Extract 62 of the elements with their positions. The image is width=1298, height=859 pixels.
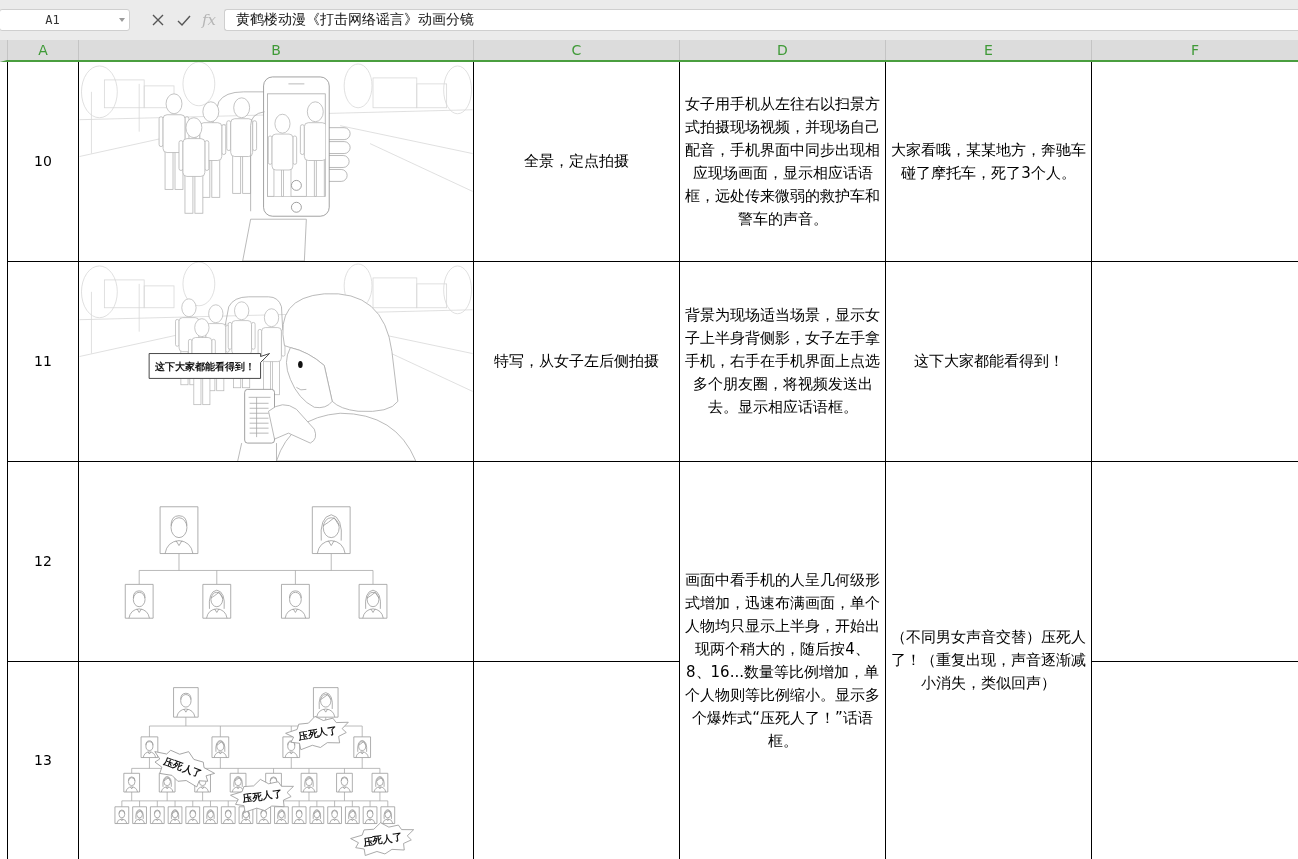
burst-text: 压死人了 [242, 787, 284, 805]
table-cell: 全景，定点拍摄 [474, 62, 679, 261]
man-portrait-icon [140, 736, 159, 758]
table-cell: 12 [8, 462, 78, 661]
close-icon[interactable] [152, 14, 164, 26]
burst-bubble [154, 749, 215, 788]
man-portrait-icon [123, 772, 140, 793]
woman-portrait-icon [300, 772, 318, 793]
woman-portrait-icon [380, 806, 396, 824]
woman-portrait-icon [229, 772, 247, 793]
table-cell: 这下大家都能看得到！ [886, 262, 1091, 461]
woman-portrait-icon [313, 687, 339, 718]
woman-portrait-icon [353, 736, 371, 758]
formula-field[interactable]: 黄鹤楼动漫《打击网络谣言》动画分镜 [224, 9, 1298, 31]
burst-bubble [230, 779, 294, 813]
check-icon[interactable] [177, 15, 191, 26]
woman-portrait-icon [274, 806, 289, 824]
woman-portrait-icon [358, 584, 388, 619]
table-cell: 大家看哦，某某地方，奔驰车碰了摩托车，死了3个人。 [886, 62, 1091, 261]
man-portrait-icon [281, 584, 310, 619]
column-header[interactable]: D [680, 40, 885, 60]
woman-portrait-icon [202, 584, 232, 619]
burst-bubble [285, 716, 349, 751]
column-header[interactable]: F [1092, 40, 1298, 60]
man-portrait-icon [173, 687, 199, 718]
table-cell: 背景为现场适当场景，显示女子上半身背侧影，女子左手拿手机，右手在手机界面上点选多个朋友圈，将视频发送出去。显示相应话语框。 [680, 262, 885, 461]
man-portrait-icon [150, 806, 165, 824]
woman-portrait-icon [371, 772, 389, 793]
burst-text: 压死人了 [362, 831, 404, 848]
name-box[interactable]: A1 [0, 9, 130, 31]
man-portrait-icon [124, 584, 154, 619]
man-portrait-icon [159, 506, 199, 554]
bubble-text: 这下大家都能看得到！ [154, 361, 255, 372]
table-cell: 10 [8, 62, 78, 261]
woman-portrait-icon [203, 806, 218, 824]
woman-portrait-icon [311, 506, 351, 554]
column-header[interactable]: E [886, 40, 1091, 60]
column-header[interactable]: B [79, 40, 473, 60]
woman-portrait-icon [309, 806, 325, 824]
table-cell: 11 [8, 262, 78, 461]
man-portrait-icon [220, 806, 236, 824]
man-portrait-icon [336, 772, 353, 793]
column-header[interactable]: A [8, 40, 78, 60]
burst-text: 压死人了 [162, 755, 204, 780]
table-cell: 特写，从女子左后侧拍摄 [474, 262, 679, 461]
burst-text: 压死人了 [297, 724, 339, 742]
woman-portrait-icon [345, 806, 360, 824]
table-cell: 女子用手机从左往右以扫景方式拍摄现场视频，并现场自己配音，手机界面中同步出现相应现场画面，显示相应话语框，远处传来微弱的救护车和警车的声音。 [680, 62, 885, 261]
man-portrait-icon [362, 806, 378, 824]
woman-portrait-icon [167, 806, 183, 824]
man-portrait-icon [114, 806, 130, 824]
table-cell: 13 [8, 662, 78, 859]
man-portrait-icon [327, 806, 342, 824]
woman-portrait-icon [211, 736, 230, 758]
caret-icon[interactable] [119, 18, 125, 22]
man-portrait-icon [185, 806, 201, 824]
column-header[interactable]: C [474, 40, 679, 60]
woman-portrait-icon [132, 806, 147, 824]
table-cell: 画面中看手机的人呈几何级形式增加，迅速布满画面，单个人物均只显示上半身，开始出现两个稍大的，随后按4、8、16...数量等比例增加，单个人物则等比例缩小。显示多个爆炸式“压死人了！”话语框。 [680, 462, 885, 859]
man-portrait-icon [291, 806, 307, 824]
table-cell: （不同男女声音交替）压死人了！（重复出现，声音逐渐减小消失，类似回声） [886, 462, 1091, 859]
burst-bubble [350, 822, 415, 856]
